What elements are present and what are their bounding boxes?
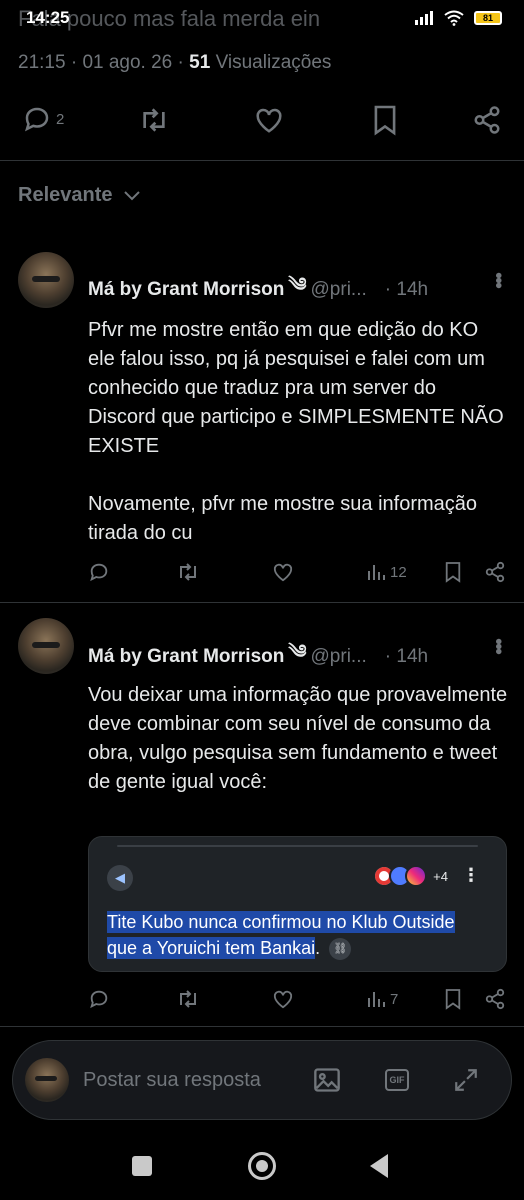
retweet-icon[interactable] xyxy=(138,106,170,134)
expand-icon[interactable] xyxy=(453,1067,479,1093)
more-icon[interactable]: ••• xyxy=(486,638,509,653)
image-icon[interactable] xyxy=(313,1067,341,1093)
avatar[interactable] xyxy=(18,252,74,308)
share-icon[interactable] xyxy=(484,561,506,583)
share-action[interactable] xyxy=(484,561,506,583)
reply-author[interactable]: Má by Grant Morrison ༄ @pri... · 14h xyxy=(88,263,428,317)
avatar xyxy=(25,1058,69,1102)
clock: 14:25 xyxy=(26,8,70,27)
reply-action[interactable]: 2 xyxy=(22,104,64,134)
author-name[interactable]: Má by Grant Morrison xyxy=(88,646,284,668)
claim-highlight: Tite Kubo nunca confirmou no Klub Outsid… xyxy=(107,911,455,933)
views-icon[interactable] xyxy=(366,989,386,1009)
divider xyxy=(0,160,524,161)
tweet-meta: 21:15 · 01 ago. 26 · 51 Visualizações xyxy=(18,52,332,73)
sources-more-count: +4 xyxy=(433,868,448,884)
like-action[interactable] xyxy=(272,562,294,582)
retweet-action[interactable] xyxy=(138,106,170,134)
like-action[interactable] xyxy=(254,106,284,134)
like-action[interactable] xyxy=(272,989,294,1009)
bookmark-action[interactable] xyxy=(444,561,462,583)
author-handle[interactable]: @pri... xyxy=(311,646,367,668)
reply-icon[interactable] xyxy=(88,561,110,583)
status-bar: Fala pouco mas fala merda ein 14:25 81 xyxy=(0,0,524,40)
verified-badge-icon: ༄ xyxy=(288,642,307,663)
author-handle[interactable]: @pri... xyxy=(311,279,367,301)
reply-count: 2 xyxy=(56,110,65,128)
reply-author[interactable]: Má by Grant Morrison ༄ @pri... · 14h xyxy=(88,630,428,684)
sort-dropdown[interactable]: Relevante xyxy=(18,184,141,207)
views-label: Visualizações xyxy=(215,52,332,73)
retweet-action[interactable] xyxy=(176,562,200,582)
reply-text: Vou deixar uma informação que provavelme… xyxy=(88,684,513,793)
reply-input[interactable]: Postar sua resposta xyxy=(83,1069,261,1092)
bookmark-action[interactable] xyxy=(372,104,398,136)
like-icon[interactable] xyxy=(254,106,284,134)
wifi-icon xyxy=(444,10,464,26)
source-avatars[interactable]: +4 xyxy=(373,865,448,887)
reply-icon[interactable] xyxy=(22,104,52,134)
home-button[interactable] xyxy=(248,1152,276,1180)
reply-time: · 14h xyxy=(384,279,429,300)
speaker-icon[interactable]: ◀ xyxy=(107,865,133,891)
signal-icon xyxy=(414,11,434,25)
sort-label: Relevante xyxy=(18,184,113,206)
divider xyxy=(0,1026,524,1027)
gif-icon[interactable]: GIF xyxy=(385,1069,409,1091)
instagram-icon xyxy=(405,865,428,887)
retweet-action[interactable] xyxy=(176,989,200,1009)
views-icon[interactable] xyxy=(366,562,386,582)
retweet-icon[interactable] xyxy=(176,989,200,1009)
chevron-down-icon xyxy=(123,190,141,202)
share-action[interactable] xyxy=(472,104,502,136)
like-icon[interactable] xyxy=(272,562,294,582)
bookmark-icon[interactable] xyxy=(372,104,398,136)
author-name[interactable]: Má by Grant Morrison xyxy=(88,279,284,301)
views-action[interactable]: 7 xyxy=(366,989,398,1009)
retweet-icon[interactable] xyxy=(176,562,200,582)
reply-action[interactable] xyxy=(88,988,110,1010)
verified-badge-icon: ༄ xyxy=(288,275,307,296)
status-icons: 81 xyxy=(414,10,502,26)
views-count: 7 xyxy=(390,990,399,1008)
system-nav-bar xyxy=(0,1130,524,1200)
reply-action[interactable] xyxy=(88,561,110,583)
card-more-icon[interactable]: ⋮ xyxy=(462,865,480,886)
tweet-time: 21:15 xyxy=(18,52,66,73)
tweet-date: 01 ago. 26 xyxy=(82,52,173,73)
link-icon[interactable]: ⛓ xyxy=(329,938,352,961)
embedded-card[interactable]: ◀ +4 ⋮ Tite Kubo nunca confirmou no Klub… xyxy=(88,836,507,972)
bookmark-action[interactable] xyxy=(444,988,462,1010)
views-count: 51 xyxy=(189,52,211,73)
like-icon[interactable] xyxy=(272,989,294,1009)
card-handle xyxy=(117,845,478,847)
share-action[interactable] xyxy=(484,988,506,1010)
more-icon[interactable]: ••• xyxy=(486,272,509,287)
views-action[interactable]: 12 xyxy=(366,562,407,582)
bookmark-icon[interactable] xyxy=(444,561,462,583)
highlighted-claim: Tite Kubo nunca confirmou no Klub Outsid… xyxy=(107,909,487,961)
reply-composer[interactable]: Postar sua resposta GIF xyxy=(12,1040,512,1120)
bookmark-icon[interactable] xyxy=(444,988,462,1010)
share-icon[interactable] xyxy=(484,988,506,1010)
reply-icon[interactable] xyxy=(88,988,110,1010)
views-count: 12 xyxy=(390,563,407,581)
avatar[interactable] xyxy=(18,618,74,674)
battery-icon: 81 xyxy=(474,11,502,25)
share-icon[interactable] xyxy=(472,104,502,136)
reply-time: · 14h xyxy=(384,646,429,667)
reply-text: Pfvr me mostre então em que edição do KO… xyxy=(88,319,504,544)
claim-highlight-rest: que a Yoruichi tem Bankai xyxy=(107,937,316,959)
back-button[interactable] xyxy=(370,1154,388,1178)
recents-button[interactable] xyxy=(132,1156,152,1176)
divider xyxy=(0,602,524,603)
